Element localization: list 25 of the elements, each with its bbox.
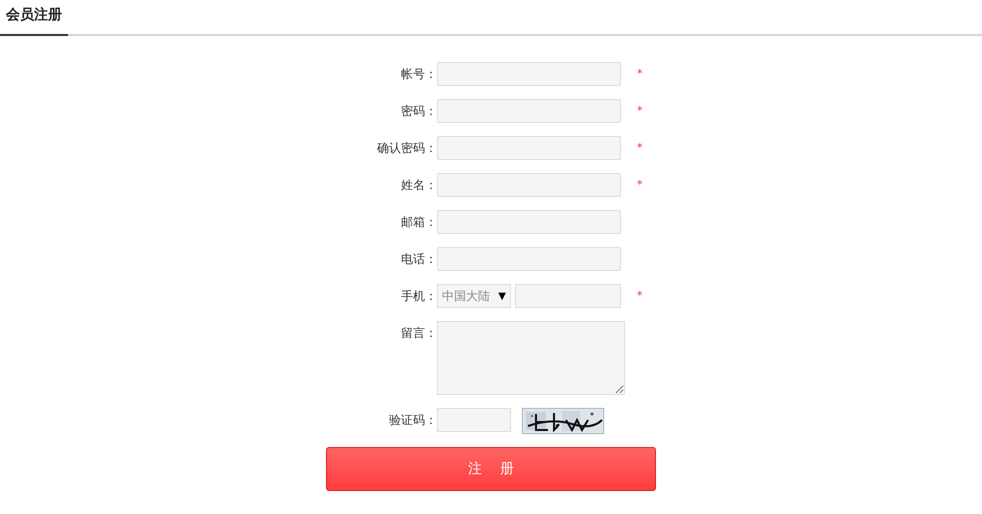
input-field[interactable] (437, 173, 621, 197)
field-label: 姓名： (400, 177, 437, 194)
input-field[interactable] (437, 408, 511, 432)
message-field[interactable] (437, 321, 625, 395)
input-field[interactable] (437, 247, 621, 271)
field-label: 确认密码： (376, 140, 437, 157)
field-label: 留言： (400, 325, 437, 342)
tab[interactable]: 会员注册 (0, 6, 68, 36)
input-field[interactable] (437, 62, 621, 86)
field-label: 邮箱： (400, 214, 437, 231)
required-mark: * (637, 177, 642, 193)
required-mark: * (637, 140, 642, 156)
input-field[interactable] (437, 99, 621, 123)
field-label: 手机： (400, 288, 437, 305)
input-field[interactable] (437, 210, 621, 234)
input-field[interactable] (515, 284, 621, 308)
required-mark: * (637, 288, 642, 304)
required-mark: * (637, 66, 642, 82)
region-select[interactable]: 中国大陆 ▼ (437, 284, 511, 308)
required-mark: * (637, 103, 642, 119)
field-label: 验证码： (388, 412, 437, 429)
field-label: 密码： (400, 103, 437, 120)
field-label: 帐号： (400, 66, 437, 83)
input-field[interactable] (437, 136, 621, 160)
field-label: 电话： (400, 251, 437, 268)
